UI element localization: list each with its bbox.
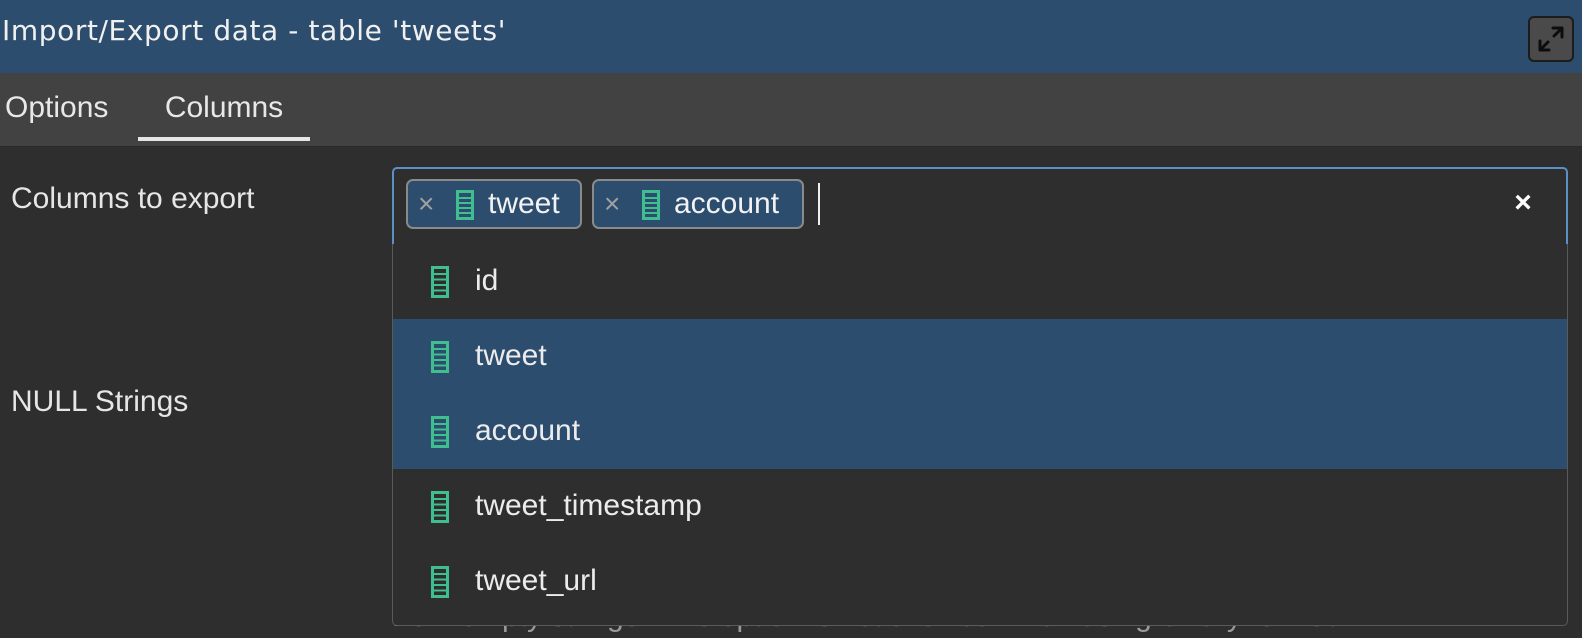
columns-to-export-label: Columns to export bbox=[11, 182, 255, 215]
columns-dropdown-menu: id tweet account tweet_timestamp tweet_u… bbox=[392, 244, 1568, 626]
chip-label: account bbox=[674, 187, 780, 220]
text-cursor bbox=[818, 183, 820, 225]
selected-column-chip: × tweet bbox=[406, 179, 582, 229]
column-icon bbox=[431, 416, 449, 448]
column-icon bbox=[431, 341, 449, 373]
dropdown-option[interactable]: tweet_timestamp bbox=[393, 469, 1567, 544]
dialog-title: Import/Export data - table 'tweets' bbox=[2, 14, 506, 47]
column-icon bbox=[431, 266, 449, 298]
tab-bar: Options Columns bbox=[0, 73, 1582, 147]
dialog-title-bar: Import/Export data - table 'tweets' bbox=[0, 0, 1582, 73]
chip-label: tweet bbox=[488, 187, 560, 220]
dropdown-option[interactable]: tweet bbox=[393, 319, 1567, 394]
dropdown-option[interactable]: tweet_url bbox=[393, 544, 1567, 619]
dropdown-option[interactable]: id bbox=[393, 244, 1567, 319]
dropdown-option-label: tweet bbox=[475, 339, 547, 372]
remove-chip-icon[interactable]: × bbox=[604, 186, 620, 222]
column-icon bbox=[642, 190, 660, 220]
columns-multiselect[interactable]: × tweet × account × bbox=[392, 167, 1568, 246]
dropdown-option-label: tweet_url bbox=[475, 564, 597, 597]
clear-selection-icon[interactable]: × bbox=[1503, 183, 1543, 223]
column-icon bbox=[431, 566, 449, 598]
tab-columns[interactable]: Columns bbox=[138, 73, 310, 143]
dropdown-option[interactable]: account bbox=[393, 394, 1567, 469]
dropdown-option-label: account bbox=[475, 414, 581, 447]
null-strings-label: NULL Strings bbox=[11, 385, 189, 418]
tab-options[interactable]: Options bbox=[5, 73, 108, 143]
remove-chip-icon[interactable]: × bbox=[418, 186, 434, 222]
active-tab-indicator bbox=[138, 137, 310, 141]
maximize-button[interactable] bbox=[1528, 16, 1574, 62]
dropdown-option-label: id bbox=[475, 264, 499, 297]
dropdown-option-label: tweet_timestamp bbox=[475, 489, 702, 522]
column-icon bbox=[456, 190, 474, 220]
selected-column-chip: × account bbox=[592, 179, 804, 229]
column-icon bbox=[431, 491, 449, 523]
expand-arrows-icon bbox=[1538, 26, 1564, 52]
